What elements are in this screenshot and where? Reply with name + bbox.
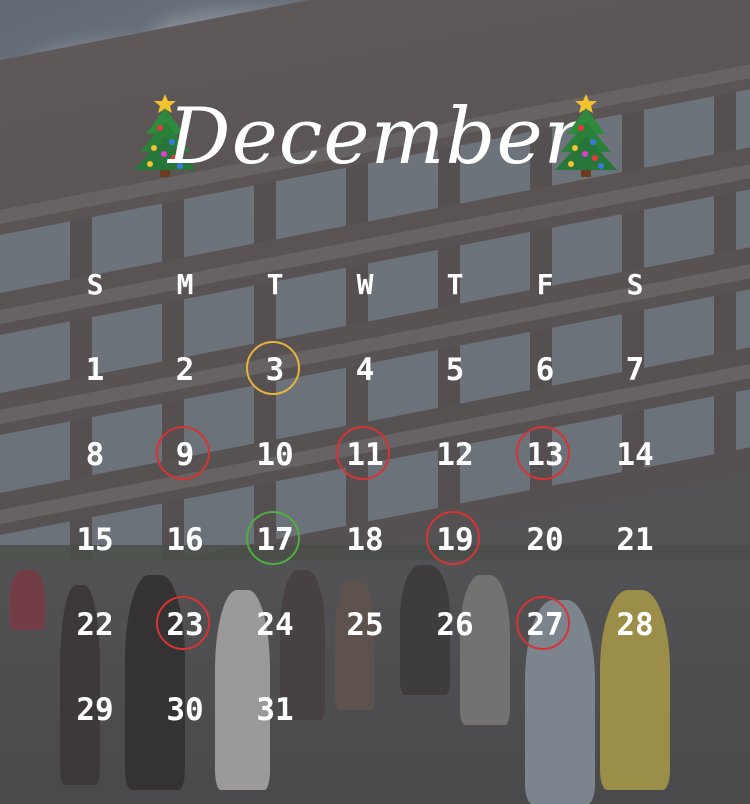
weekday-header-sun: S <box>86 268 104 301</box>
weekday-header-wed: W <box>356 268 374 301</box>
day-21: 21 <box>616 522 654 558</box>
day-2: 2 <box>175 352 195 388</box>
day-19: 19 <box>436 522 474 558</box>
day-6: 6 <box>535 352 555 388</box>
day-1: 1 <box>85 352 105 388</box>
day-8: 8 <box>85 437 105 473</box>
weekday-header-tue: T <box>266 268 284 301</box>
day-24: 24 <box>256 607 294 643</box>
calendar-grid: S M T W T F S 1 2 3 4 5 6 7 8 9 10 11 12 13 14 15 16 17 1… <box>0 0 750 804</box>
day-12: 12 <box>436 437 474 473</box>
day-4: 4 <box>355 352 375 388</box>
day-9: 9 <box>175 437 195 473</box>
day-17: 17 <box>256 522 294 558</box>
day-25: 25 <box>346 607 384 643</box>
day-3: 3 <box>265 352 285 388</box>
day-10: 10 <box>256 437 294 473</box>
day-30: 30 <box>166 692 204 728</box>
weekday-header-fri: F <box>536 268 554 301</box>
day-22: 22 <box>76 607 114 643</box>
day-23: 23 <box>166 607 204 643</box>
day-18: 18 <box>346 522 384 558</box>
day-27: 27 <box>526 607 564 643</box>
day-7: 7 <box>625 352 645 388</box>
day-5: 5 <box>445 352 465 388</box>
day-31: 31 <box>256 692 294 728</box>
day-16: 16 <box>166 522 204 558</box>
day-13: 13 <box>526 437 564 473</box>
day-26: 26 <box>436 607 474 643</box>
day-14: 14 <box>616 437 654 473</box>
day-15: 15 <box>76 522 114 558</box>
weekday-header-sat: S <box>626 268 644 301</box>
day-11: 11 <box>346 437 384 473</box>
day-20: 20 <box>526 522 564 558</box>
day-28: 28 <box>616 607 654 643</box>
weekday-header-mon: M <box>176 268 194 301</box>
weekday-header-thu: T <box>446 268 464 301</box>
day-29: 29 <box>76 692 114 728</box>
